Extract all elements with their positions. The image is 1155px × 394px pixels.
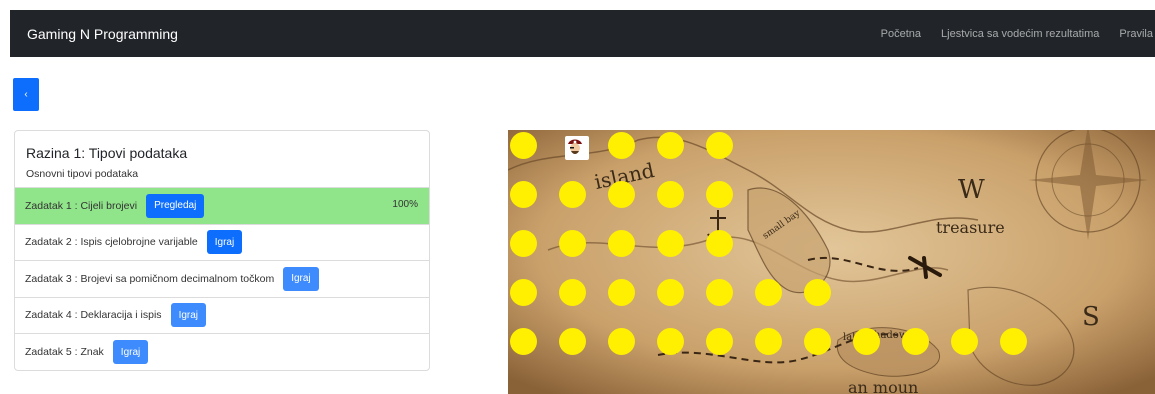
task-row-2: Zadatak 2 : Ispis cjelobrojne varijable … (15, 225, 429, 261)
path-dot[interactable] (657, 328, 684, 355)
chevron-left-icon: ‹ (24, 89, 28, 100)
brand-link[interactable]: Gaming N Programming (27, 26, 178, 42)
path-dot[interactable] (706, 230, 733, 257)
level-subtitle: Osnovni tipovi podataka (26, 168, 139, 180)
path-dot[interactable] (1000, 328, 1027, 355)
path-dot[interactable] (804, 328, 831, 355)
path-dot[interactable] (559, 328, 586, 355)
path-dot[interactable] (608, 328, 635, 355)
map-label-south: S (1082, 302, 1100, 332)
play-button[interactable]: Igraj (112, 340, 149, 365)
path-dot[interactable] (755, 328, 782, 355)
nav-link-leaderboard[interactable]: Ljestvica sa vodećim rezultatima (941, 28, 1099, 40)
level-card-header: Razina 1: Tipovi podataka Osnovni tipovi… (15, 131, 429, 188)
task-label: Zadatak 1 : Cijeli brojevi (25, 199, 138, 212)
play-button[interactable]: Igraj (283, 266, 319, 291)
play-button[interactable]: Igraj (206, 230, 243, 255)
nav-links: Početna Ljestvica sa vodećim rezultatima… (861, 28, 1155, 40)
task-label: Zadatak 3 : Brojevi sa pomičnom decimaln… (25, 272, 275, 285)
task-row-5: Zadatak 5 : Znak Igraj (15, 334, 429, 370)
path-dot[interactable] (706, 279, 733, 306)
review-button[interactable]: Pregledaj (146, 193, 205, 218)
path-dot[interactable] (559, 230, 586, 257)
path-dot[interactable] (902, 328, 929, 355)
path-dot[interactable] (706, 181, 733, 208)
path-dot[interactable] (706, 328, 733, 355)
back-button[interactable]: ‹ (13, 78, 39, 111)
treasure-map: island small bay W treasure lake hadow S… (508, 130, 1155, 394)
task-progress: 100% (392, 199, 418, 210)
play-button[interactable]: Igraj (170, 303, 207, 328)
path-dot[interactable] (608, 132, 635, 159)
path-dot[interactable] (657, 132, 684, 159)
nav-link-home[interactable]: Početna (881, 28, 921, 40)
task-label: Zadatak 4 : Deklaracija i ispis (25, 309, 162, 322)
map-label-treasure: treasure (936, 218, 1005, 237)
path-dot[interactable] (510, 328, 537, 355)
path-dot[interactable] (608, 279, 635, 306)
task-label: Zadatak 2 : Ispis cjelobrojne varijable (25, 236, 198, 249)
path-dot[interactable] (657, 181, 684, 208)
path-dot[interactable] (510, 279, 537, 306)
task-row-4: Zadatak 4 : Deklaracija i ispis Igraj (15, 298, 429, 334)
navbar: Gaming N Programming Početna Ljestvica s… (10, 10, 1155, 57)
pirate-icon (565, 136, 589, 160)
nav-link-rules[interactable]: Pravila (1119, 28, 1153, 40)
path-dot[interactable] (510, 181, 537, 208)
path-dot[interactable] (559, 279, 586, 306)
task-label: Zadatak 5 : Znak (25, 346, 104, 359)
map-label-west: W (958, 175, 985, 205)
path-dot[interactable] (853, 328, 880, 355)
task-row-1: Zadatak 1 : Cijeli brojevi Pregledaj 100… (15, 188, 429, 225)
map-label-mountain: an moun (848, 378, 919, 394)
level-card: Razina 1: Tipovi podataka Osnovni tipovi… (14, 130, 430, 371)
path-dot[interactable] (510, 230, 537, 257)
path-dot[interactable] (608, 181, 635, 208)
task-row-3: Zadatak 3 : Brojevi sa pomičnom decimaln… (15, 261, 429, 298)
path-dot[interactable] (657, 230, 684, 257)
path-dot[interactable] (510, 132, 537, 159)
path-dot[interactable] (559, 181, 586, 208)
path-dot[interactable] (706, 132, 733, 159)
path-dot[interactable] (804, 279, 831, 306)
path-dot[interactable] (755, 279, 782, 306)
level-title: Razina 1: Tipovi podataka (26, 145, 188, 161)
path-dot[interactable] (951, 328, 978, 355)
path-dot[interactable] (608, 230, 635, 257)
path-dot[interactable] (657, 279, 684, 306)
